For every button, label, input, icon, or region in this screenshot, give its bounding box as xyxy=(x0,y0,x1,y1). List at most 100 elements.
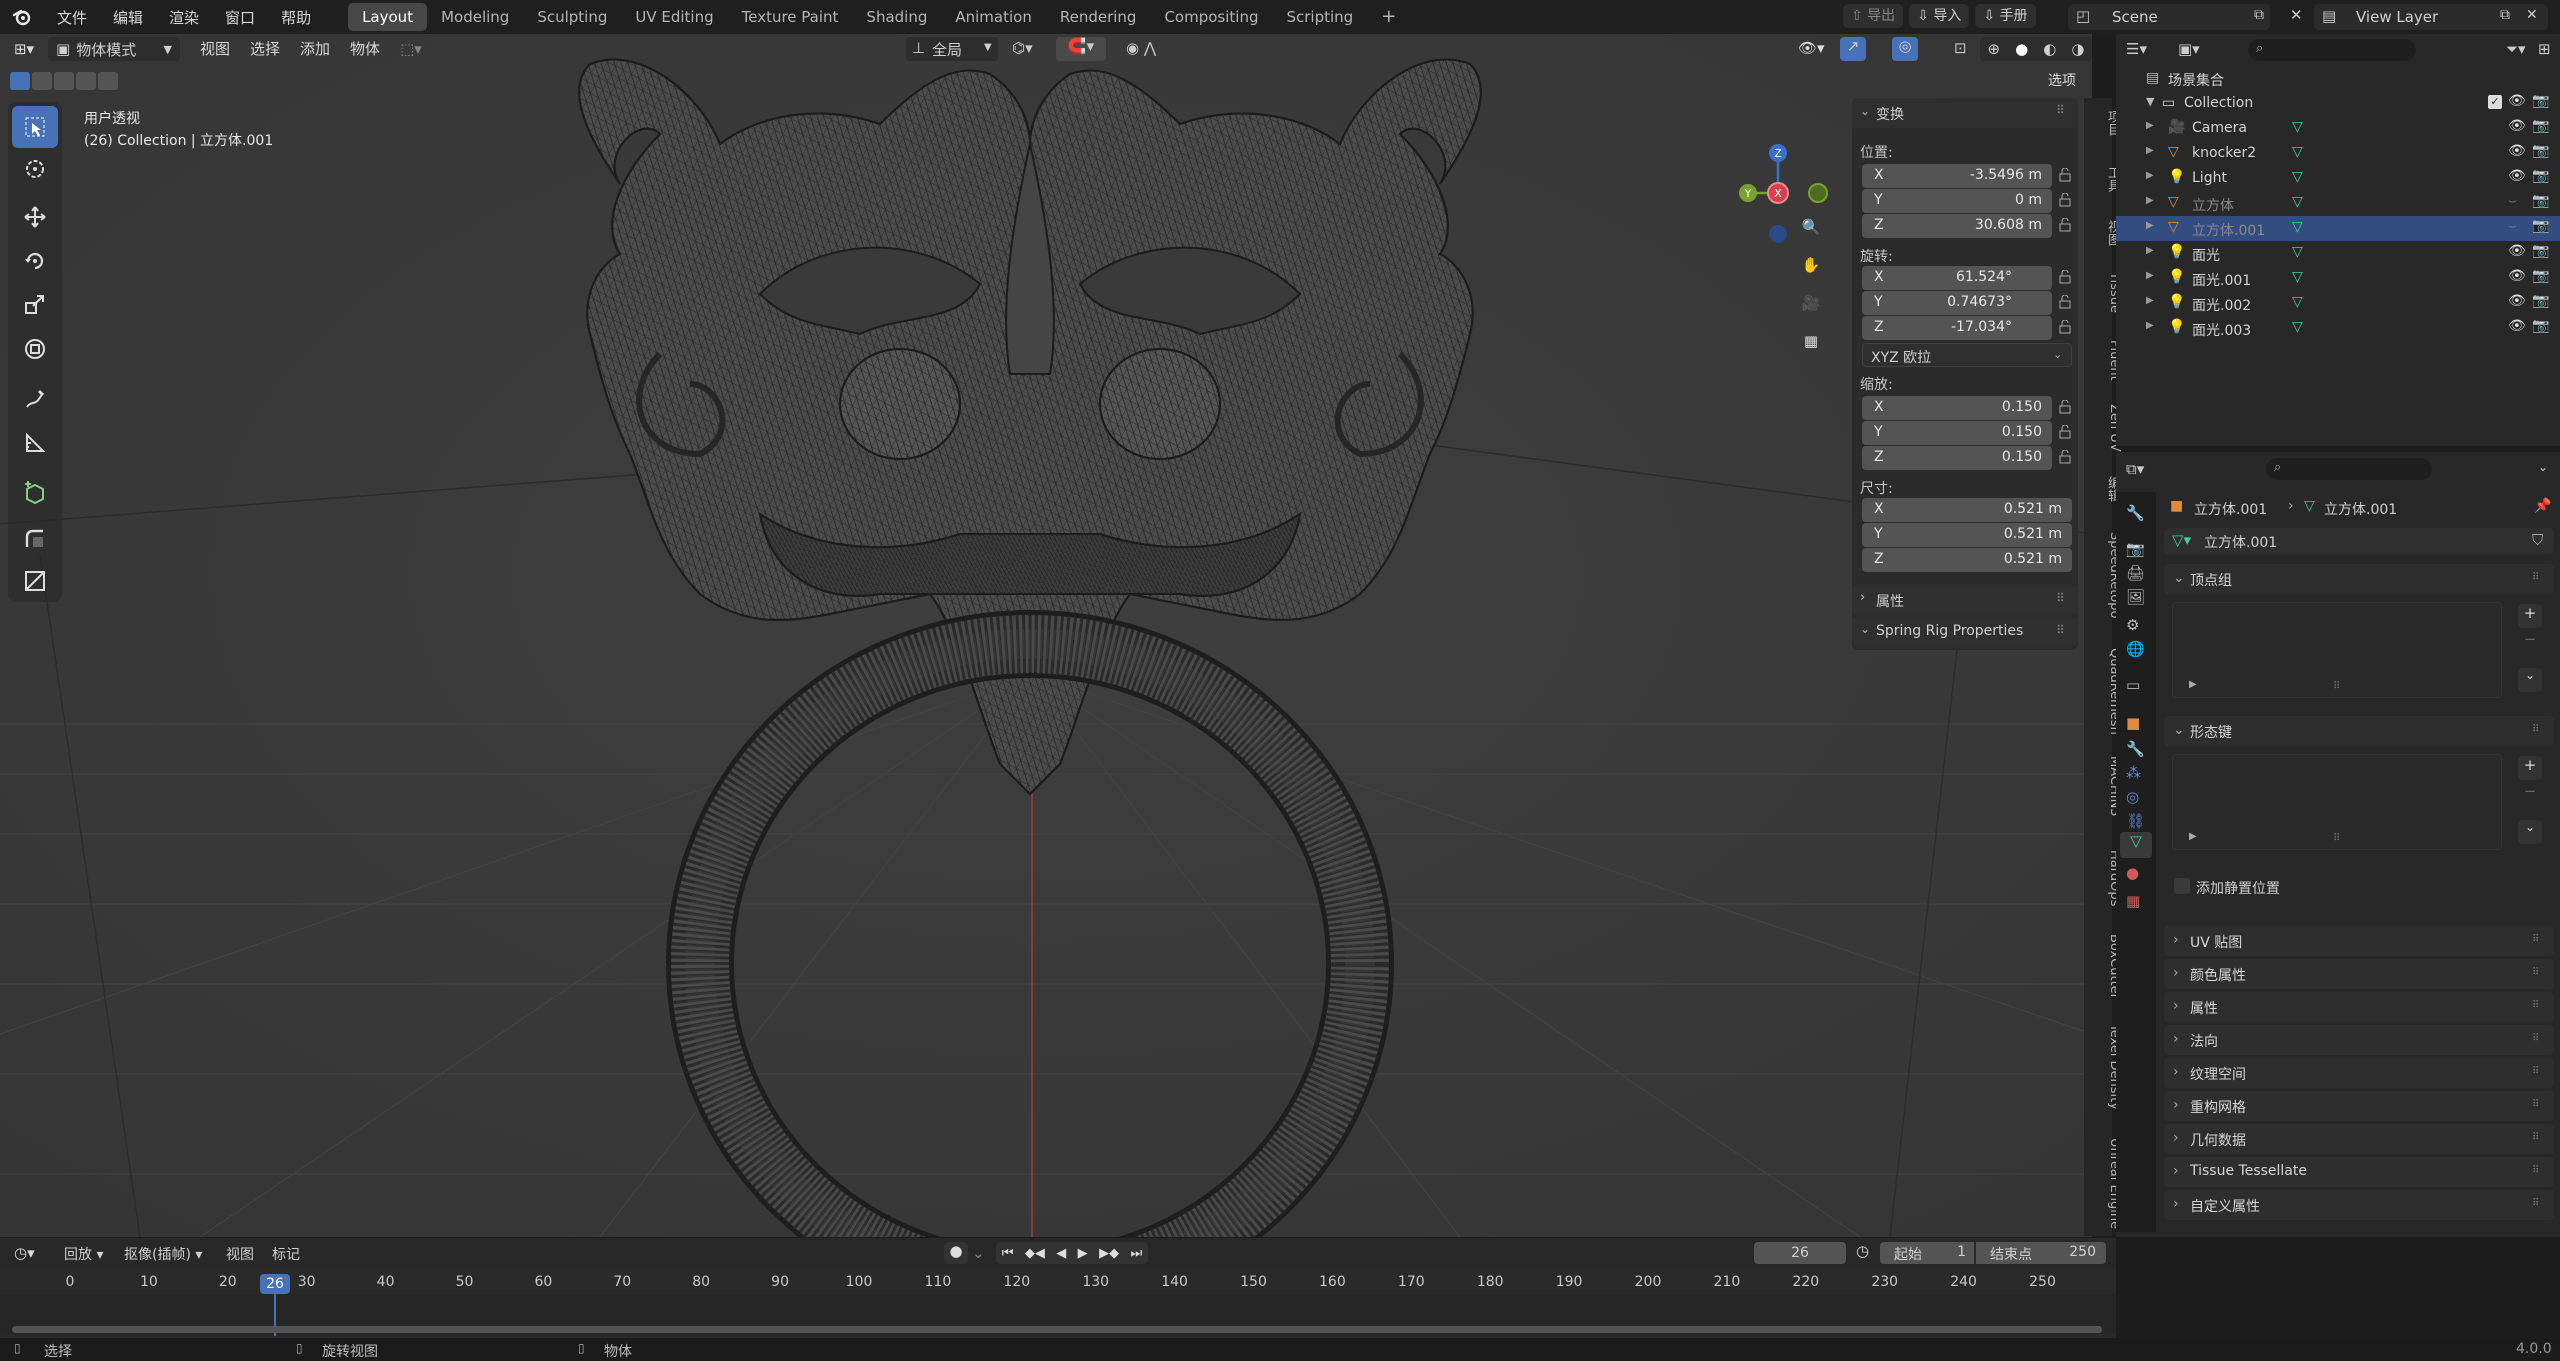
scene-tab-icon[interactable]: ⚙ xyxy=(2126,616,2139,634)
eye-icon[interactable]: 👁 xyxy=(2508,143,2526,159)
particles-tab-icon[interactable]: ⁂ xyxy=(2126,764,2141,782)
eye-icon[interactable]: 👁 xyxy=(2508,268,2526,284)
snap-icon[interactable]: 🧲▾ xyxy=(1056,37,1106,61)
data-link-icon[interactable]: ▽ xyxy=(2292,144,2303,160)
shape-keys-list[interactable]: ▶ ⠿ xyxy=(2172,754,2502,850)
dimensions-z-field[interactable]: Z 0.521 m xyxy=(1862,548,2072,572)
import-button[interactable]: ⇩ 导入 xyxy=(1909,4,1970,28)
chevron-down-icon[interactable]: ⌄ xyxy=(2538,460,2548,474)
vertex-group-specials-button[interactable]: ⌄ xyxy=(2518,668,2542,692)
outliner-row-object[interactable]: ▶ 💡 Light ▽ 👁 📷 xyxy=(2116,166,2560,191)
drag-handle-icon[interactable]: ⠿ xyxy=(2532,967,2546,979)
filter-icon[interactable]: ⏷▾ xyxy=(2506,40,2526,58)
play-icon[interactable]: ▶ xyxy=(1078,1246,1088,1261)
attributes-section-header[interactable]: › 属性 ⠿ xyxy=(1852,586,2078,614)
dimensions-x-field[interactable]: X 0.521 m xyxy=(1862,498,2072,522)
rotation-z-field[interactable]: Z -17.034° xyxy=(1862,316,2052,340)
property-section-header[interactable]: › 法向 ⠿ xyxy=(2164,1025,2554,1055)
view-layer-selector[interactable]: ▤ View Layer ⧉ ✕ xyxy=(2314,4,2548,30)
menu-window[interactable]: 窗口 xyxy=(212,7,268,28)
keying-options-icon[interactable]: ⌄ xyxy=(972,1244,985,1262)
chevron-right-icon[interactable]: ▶ xyxy=(2189,831,2197,842)
pin-icon[interactable]: 📌 xyxy=(2534,498,2551,514)
camera-render-icon[interactable]: 📷 xyxy=(2532,168,2549,184)
auto-key-record-icon[interactable]: ● xyxy=(944,1242,968,1264)
eye-icon[interactable]: ⌣ xyxy=(2508,193,2517,209)
location-y-field[interactable]: Y 0 m xyxy=(1862,189,2052,213)
fake-user-shield-icon[interactable]: ⛉ xyxy=(2532,531,2543,549)
spring-rig-section-header[interactable]: ⌄ Spring Rig Properties ⠿ xyxy=(1852,618,2078,646)
lock-icon[interactable] xyxy=(2058,400,2072,414)
menu-object[interactable]: 物体 xyxy=(340,37,390,61)
export-button[interactable]: ⇧ 导出 xyxy=(1843,4,1904,28)
tab-animation[interactable]: Animation xyxy=(941,3,1045,31)
select-invert-icon[interactable] xyxy=(76,72,96,90)
chevron-right-icon[interactable]: ▶ xyxy=(2189,679,2197,690)
ortho-grid-icon[interactable]: ▦ xyxy=(1794,324,1828,358)
drag-handle-icon[interactable]: ⠿ xyxy=(2532,572,2546,584)
transform-orientation-selector[interactable]: ⊥ 全局 ▼ xyxy=(906,37,998,61)
transform-tool-icon[interactable] xyxy=(12,328,58,370)
play-reverse-icon[interactable]: ◀ xyxy=(1056,1246,1066,1261)
eye-icon[interactable]: 👁 xyxy=(2508,318,2526,334)
clock-icon[interactable]: ◷ xyxy=(1856,1242,1869,1260)
tab-shading[interactable]: Shading xyxy=(852,3,941,31)
lock-icon[interactable] xyxy=(2058,450,2072,464)
camera-render-icon[interactable]: 📷 xyxy=(2532,143,2549,159)
eye-icon[interactable]: 👁 xyxy=(2508,118,2526,134)
shape-keys-section-header[interactable]: ⌄ 形态键 ⠿ xyxy=(2164,716,2554,746)
tab-scripting[interactable]: Scripting xyxy=(1272,3,1367,31)
move-tool-icon[interactable] xyxy=(12,196,58,238)
resize-handle-icon[interactable]: ⠿ xyxy=(2333,833,2340,844)
modifier-tab-icon[interactable]: 🔧 xyxy=(2126,740,2145,758)
add-vertex-group-button[interactable]: + xyxy=(2518,604,2542,628)
camera-render-icon[interactable]: 📷 xyxy=(2532,218,2549,234)
outliner-row-object[interactable]: ▶ 💡 面光 ▽ 👁 📷 xyxy=(2116,241,2560,266)
add-rest-position-checkbox[interactable] xyxy=(2174,878,2190,894)
outliner-row-scene-collection[interactable]: ▤ 场景集合 xyxy=(2116,66,2560,91)
menu-help[interactable]: 帮助 xyxy=(268,7,324,28)
next-keyframe-icon[interactable]: ▶◆ xyxy=(1099,1246,1119,1261)
eye-icon[interactable]: ⌣ xyxy=(2508,218,2517,234)
menu-view[interactable]: 视图 xyxy=(190,37,240,61)
manual-button[interactable]: ⇩ 手册 xyxy=(1975,4,2036,28)
tab-rendering[interactable]: Rendering xyxy=(1046,3,1151,31)
display-mode-icon[interactable]: ▣▾ xyxy=(2178,40,2200,58)
physics-tab-icon[interactable]: ◎ xyxy=(2126,788,2139,806)
data-link-icon[interactable]: ▽ xyxy=(2292,219,2303,235)
camera-render-icon[interactable]: 📷 xyxy=(2532,293,2549,309)
constraints-tab-icon[interactable]: ⛓ xyxy=(2126,812,2145,830)
remove-shape-key-button[interactable]: − xyxy=(2518,782,2542,800)
drag-handle-icon[interactable]: ⠿ xyxy=(2532,1099,2546,1111)
data-tab-icon[interactable]: ▽ xyxy=(2120,832,2152,858)
checkbox-icon[interactable]: ✓ xyxy=(2488,95,2502,109)
add-cube-tool-icon[interactable] xyxy=(12,472,58,514)
menu-render[interactable]: 渲染 xyxy=(156,7,212,28)
location-z-field[interactable]: Z 30.608 m xyxy=(1862,214,2052,238)
chevron-right-icon[interactable]: ▶ xyxy=(2146,170,2154,181)
rotate-tool-icon[interactable] xyxy=(12,240,58,282)
gizmo-toggle-icon[interactable]: ↗ xyxy=(1840,37,1866,61)
scene-selector[interactable]: ◰ Scene ⧉ xyxy=(2068,4,2270,30)
outliner-search-input[interactable]: ⌕ xyxy=(2248,39,2416,61)
lock-icon[interactable] xyxy=(2058,193,2072,207)
edge-bevel-tool-icon[interactable] xyxy=(12,518,58,560)
chevron-right-icon[interactable]: ▶ xyxy=(2146,120,2154,131)
camera-render-icon[interactable]: 📷 xyxy=(2532,93,2549,109)
keying-menu[interactable]: 抠像(插帧) ▾ xyxy=(124,1244,202,1264)
tab-modeling[interactable]: Modeling xyxy=(427,3,523,31)
measure-tool-icon[interactable] xyxy=(12,422,58,464)
resize-handle-icon[interactable]: ⠿ xyxy=(2333,681,2340,692)
remove-vertex-group-button[interactable]: − xyxy=(2518,630,2542,648)
pivot-icon[interactable]: ⌬▾ xyxy=(1012,39,1033,57)
drag-handle-icon[interactable]: ⠿ xyxy=(2056,591,2065,605)
drag-handle-icon[interactable]: ⠿ xyxy=(2532,1165,2546,1177)
location-x-field[interactable]: X -3.5496 m xyxy=(1862,164,2052,188)
vertex-groups-list[interactable]: ▶ ⠿ xyxy=(2172,602,2502,698)
data-link-icon[interactable]: ▽ xyxy=(2292,269,2303,285)
property-section-header[interactable]: › 纹理空间 ⠿ xyxy=(2164,1058,2554,1088)
editor-type-icon[interactable]: ⊞▾ xyxy=(0,37,48,61)
outliner-row-object[interactable]: ▶ ▽ 立方体.001 ▽ ⌣ 📷 xyxy=(2116,216,2560,241)
lock-icon[interactable] xyxy=(2058,320,2072,334)
camera-render-icon[interactable]: 📷 xyxy=(2532,193,2549,209)
